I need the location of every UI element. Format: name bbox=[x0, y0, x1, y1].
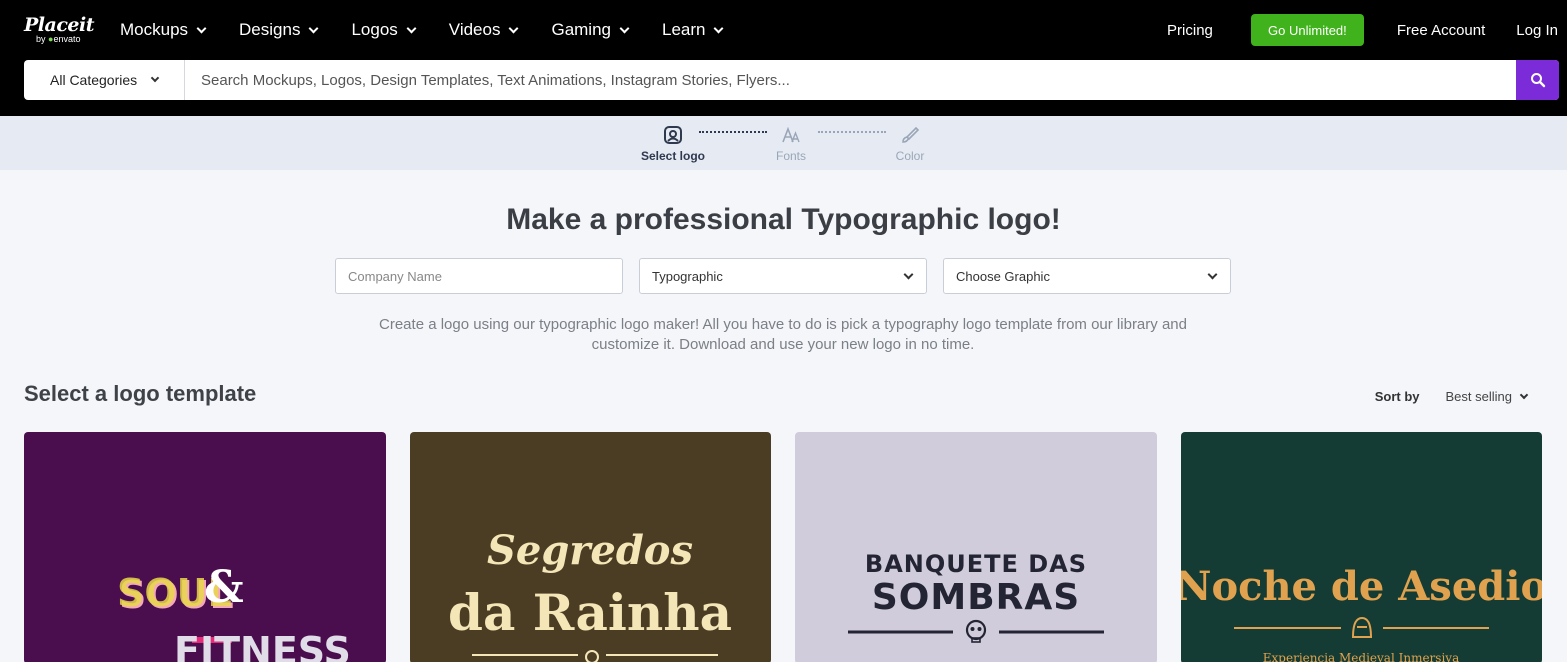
search-button[interactable] bbox=[1516, 60, 1559, 100]
login-link[interactable]: Log In bbox=[1516, 22, 1558, 39]
font-icon bbox=[782, 126, 800, 143]
chevron-down-icon bbox=[406, 23, 417, 33]
logo-text-line2: SOMBRAS bbox=[872, 577, 1080, 618]
page-description: Create a logo using our typographic logo… bbox=[379, 316, 1187, 353]
category-select[interactable]: All Categories bbox=[24, 60, 185, 100]
logo-tagline: Experiencia Medieval Inmersiva bbox=[1263, 651, 1459, 662]
search-bar: All Categories bbox=[24, 60, 1559, 100]
pricing-link[interactable]: Pricing bbox=[1167, 22, 1213, 39]
go-unlimited-button[interactable]: Go Unlimited! bbox=[1250, 14, 1364, 46]
logo-ampersand: & bbox=[204, 562, 244, 613]
logo-template-card[interactable]: Segredos da Rainha bbox=[410, 432, 771, 662]
step-color[interactable]: Color bbox=[870, 125, 950, 163]
logo-preview: Noche de Asedio Experiencia Medieval Inm… bbox=[1181, 563, 1542, 662]
page-title: Make a professional Typographic logo! bbox=[506, 203, 1061, 236]
chevron-down-icon bbox=[1207, 269, 1218, 280]
chevron-down-icon bbox=[1519, 390, 1529, 399]
sort-select[interactable]: Best selling bbox=[1446, 389, 1512, 404]
logo-preview: Segredos da Rainha bbox=[448, 527, 732, 662]
header-right: Pricing Go Unlimited! Free Account Log I… bbox=[1167, 14, 1567, 46]
chevron-down-icon bbox=[619, 23, 630, 33]
search-input[interactable] bbox=[185, 60, 1516, 100]
skull-icon bbox=[965, 619, 987, 643]
sort-control[interactable]: Sort by Best selling bbox=[1375, 389, 1529, 404]
chevron-down-icon bbox=[196, 23, 207, 33]
chevron-down-icon bbox=[903, 269, 914, 280]
chevron-down-icon bbox=[509, 23, 519, 33]
logo-text-line2: da Rainha bbox=[448, 583, 732, 642]
brand-name: Placeit bbox=[24, 14, 94, 36]
graphic-select[interactable]: Choose Graphic bbox=[943, 258, 1231, 294]
knight-helmet-icon bbox=[1351, 616, 1373, 638]
main-nav: Mockups Designs Logos Videos Gaming Lear… bbox=[120, 19, 756, 41]
logo-template-card[interactable]: Noche de Asedio Experiencia Medieval Inm… bbox=[1181, 432, 1542, 662]
placeit-logo[interactable]: Placeit by ●envato bbox=[24, 14, 94, 45]
nav-logos[interactable]: Logos bbox=[351, 19, 417, 41]
nav-learn[interactable]: Learn bbox=[662, 19, 724, 41]
image-icon bbox=[664, 126, 682, 144]
nav-mockups[interactable]: Mockups bbox=[120, 19, 207, 41]
section-title: Select a logo template bbox=[24, 381, 257, 406]
chevron-down-icon bbox=[309, 23, 319, 33]
logo-text-line1: Noche de Asedio bbox=[1181, 563, 1542, 610]
company-name-input[interactable] bbox=[348, 268, 622, 284]
logo-text-line1: Segredos bbox=[487, 527, 693, 574]
crown-icon bbox=[585, 650, 599, 662]
logo-template-card[interactable]: BANQUETE DAS SOMBRAS bbox=[795, 432, 1157, 662]
top-header: Placeit by ●envato Mockups Designs Logos… bbox=[0, 0, 1567, 116]
logo-preview: BANQUETE DAS SOMBRAS bbox=[848, 550, 1104, 643]
company-name-field[interactable] bbox=[335, 258, 623, 294]
search-icon bbox=[1530, 73, 1545, 88]
brush-icon bbox=[902, 126, 920, 143]
logo-type-select[interactable]: Typographic bbox=[639, 258, 927, 294]
logo-preview: SOUL SOUL & FITNESS bbox=[117, 562, 351, 662]
logo-text-line2: FITNESS bbox=[174, 629, 351, 662]
nav-designs[interactable]: Designs bbox=[239, 19, 319, 41]
free-account-link[interactable]: Free Account bbox=[1397, 22, 1485, 39]
progress-steps: Select logo Fonts Color bbox=[0, 116, 1567, 170]
chevron-down-icon bbox=[714, 23, 724, 33]
logo-template-card[interactable]: SOUL SOUL & FITNESS bbox=[24, 432, 386, 662]
chevron-down-icon bbox=[150, 73, 160, 83]
logo-text-line1: BANQUETE DAS bbox=[865, 550, 1087, 578]
nav-gaming[interactable]: Gaming bbox=[551, 19, 630, 41]
nav-videos[interactable]: Videos bbox=[449, 19, 519, 41]
